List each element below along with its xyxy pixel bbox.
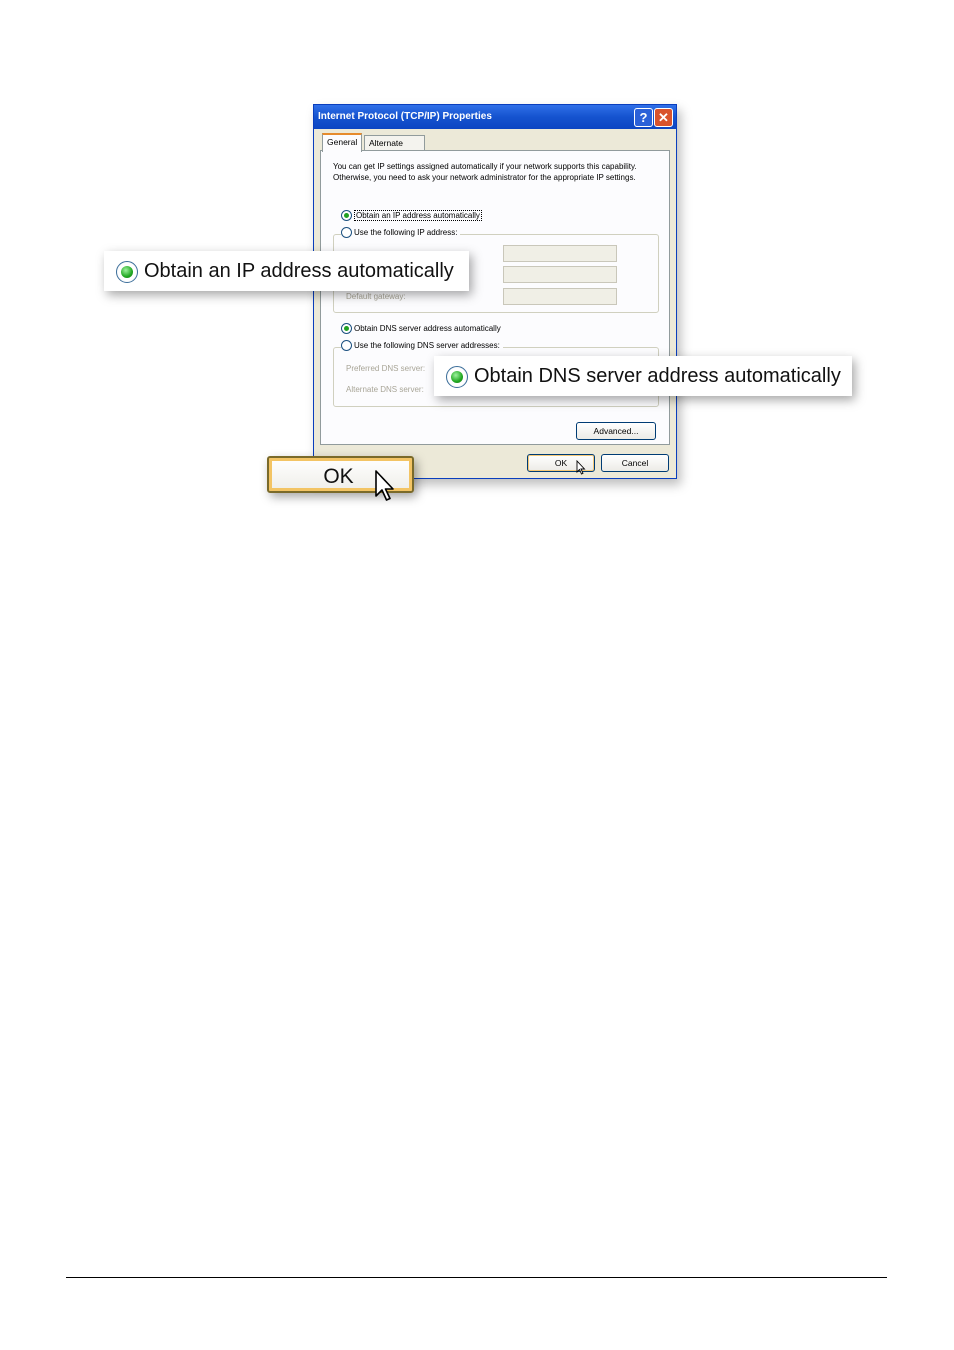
ip-auto-label: Obtain an IP address automatically bbox=[354, 210, 482, 221]
cursor-icon bbox=[375, 470, 394, 501]
dns-manual-label: Use the following DNS server addresses: bbox=[354, 341, 500, 350]
radio-unselected-icon bbox=[341, 340, 352, 352]
radio-selected-icon bbox=[341, 323, 352, 335]
dns-auto-radio[interactable]: Obtain DNS server address automatically bbox=[341, 323, 501, 335]
tab-alternate-configuration[interactable]: Alternate Configuration bbox=[364, 135, 425, 163]
dns-manual-radio[interactable]: Use the following DNS server addresses: bbox=[341, 340, 503, 352]
close-icon[interactable]: ✕ bbox=[654, 108, 673, 127]
footer-rule bbox=[66, 1277, 887, 1278]
description-text: You can get IP settings assigned automat… bbox=[333, 162, 637, 182]
radio-selected-icon bbox=[116, 260, 138, 283]
ip-auto-radio[interactable]: Obtain an IP address automatically bbox=[341, 210, 482, 222]
dialog-titlebar: Internet Protocol (TCP/IP) Properties ? … bbox=[314, 105, 676, 129]
advanced-button[interactable]: Advanced... bbox=[576, 422, 656, 440]
ip-address-field[interactable] bbox=[503, 245, 617, 262]
default-gateway-label: Default gateway: bbox=[346, 292, 406, 301]
ip-auto-callout: Obtain an IP address automatically bbox=[104, 251, 469, 291]
cancel-button[interactable]: Cancel bbox=[601, 454, 669, 472]
preferred-dns-label: Preferred DNS server: bbox=[346, 364, 426, 373]
default-gateway-field[interactable] bbox=[503, 288, 617, 305]
ip-manual-radio[interactable]: Use the following IP address: bbox=[341, 227, 461, 239]
dns-auto-callout-label: Obtain DNS server address automatically bbox=[474, 365, 841, 387]
help-icon[interactable]: ? bbox=[634, 108, 653, 127]
ip-manual-label: Use the following IP address: bbox=[354, 228, 458, 237]
general-panel: You can get IP settings assigned automat… bbox=[320, 150, 670, 445]
radio-unselected-icon bbox=[341, 227, 352, 239]
ip-auto-callout-label: Obtain an IP address automatically bbox=[144, 260, 454, 282]
alternate-dns-label: Alternate DNS server: bbox=[346, 385, 424, 394]
radio-selected-icon bbox=[341, 210, 352, 222]
dns-auto-callout: Obtain DNS server address automatically bbox=[434, 356, 852, 396]
small-cursor-icon bbox=[576, 460, 586, 475]
tcpip-properties-dialog: Internet Protocol (TCP/IP) Properties ? … bbox=[313, 104, 677, 479]
dialog-title: Internet Protocol (TCP/IP) Properties bbox=[318, 111, 492, 122]
tab-general[interactable]: General bbox=[322, 133, 363, 152]
dns-auto-label: Obtain DNS server address automatically bbox=[354, 324, 501, 333]
radio-selected-icon bbox=[446, 365, 468, 388]
ok-callout-label: OK bbox=[323, 465, 354, 488]
subnet-mask-field[interactable] bbox=[503, 266, 617, 283]
